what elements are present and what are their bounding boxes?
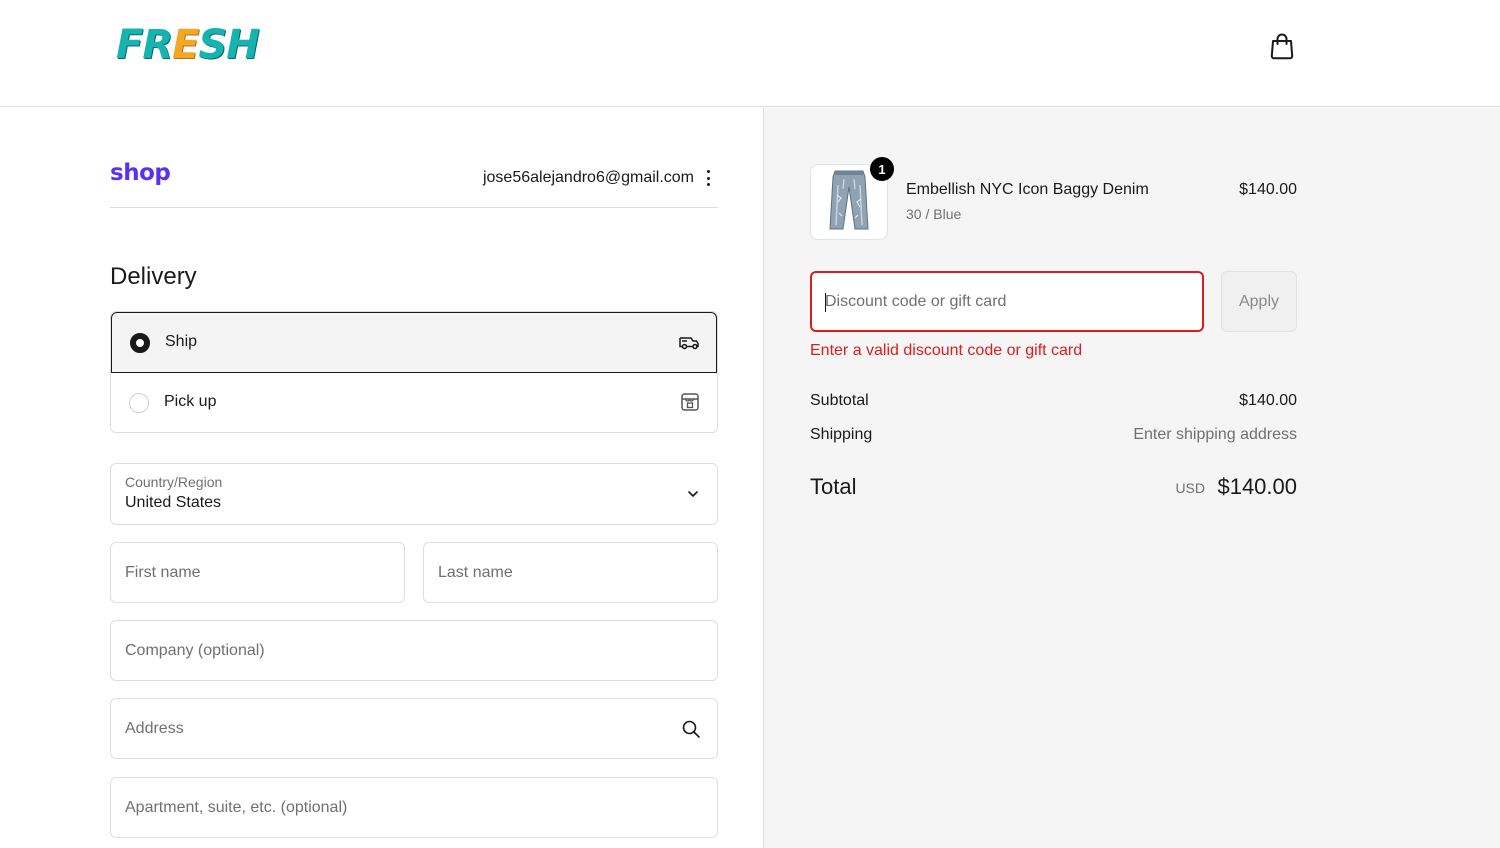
last-name-field[interactable]: Last name (423, 542, 718, 603)
logo-text-e: E (172, 22, 199, 68)
address-field[interactable]: Address (110, 698, 718, 759)
last-name-placeholder: Last name (438, 563, 513, 581)
ship-radio[interactable] (130, 333, 150, 353)
site-header: FRESH (0, 0, 1500, 107)
total-value: $140.00 (1217, 474, 1297, 499)
apartment-field[interactable]: Apartment, suite, etc. (optional) (110, 777, 718, 838)
kebab-menu-icon[interactable] (702, 168, 714, 188)
total-label: Total (810, 474, 857, 499)
logo-text-sh: SH (198, 22, 259, 68)
total-row: Total USD $140.00 (810, 474, 1297, 502)
store-icon (681, 393, 699, 411)
search-icon[interactable] (681, 719, 701, 739)
first-name-field[interactable]: First name (110, 542, 405, 603)
subtotal-value: $140.00 (1239, 392, 1297, 409)
apply-discount-button[interactable]: Apply (1221, 271, 1297, 332)
delivery-option-pickup[interactable]: Pick up (111, 373, 717, 432)
country-label: Country/Region (125, 474, 223, 490)
shipping-value: Enter shipping address (1133, 426, 1297, 443)
shipping-label: Shipping (810, 426, 873, 443)
subtotal-row: Subtotal $140.00 (810, 392, 1297, 412)
chevron-down-icon (688, 491, 698, 497)
text-caret (825, 293, 826, 312)
discount-error-message: Enter a valid discount code or gift card (810, 342, 1083, 359)
product-price: $140.00 (1239, 181, 1297, 198)
quantity-badge: 1 (870, 157, 894, 181)
pickup-radio[interactable] (129, 393, 149, 413)
account-email: jose56alejandro6@gmail.com (482, 169, 694, 186)
shipping-row: Shipping Enter shipping address (810, 426, 1297, 446)
pickup-label: Pick up (164, 393, 217, 410)
truck-icon (679, 337, 699, 350)
country-value: United States (125, 494, 222, 511)
fresh-logo[interactable]: FRESH (116, 22, 260, 68)
address-placeholder: Address (125, 719, 184, 737)
subtotal-label: Subtotal (810, 392, 869, 409)
product-name: Embellish NYC Icon Baggy Denim (906, 181, 1149, 198)
company-field[interactable]: Company (optional) (110, 620, 718, 681)
product-variant: 30 / Blue (906, 206, 962, 222)
company-placeholder: Company (optional) (125, 641, 265, 659)
account-row: shop jose56alejandro6@gmail.com (110, 160, 718, 208)
first-name-placeholder: First name (125, 563, 201, 581)
delivery-method-group: Ship Pick up (110, 311, 718, 433)
delivery-option-ship[interactable]: Ship (111, 312, 717, 373)
delivery-heading: Delivery (110, 263, 197, 290)
shop-pay-logo: shop (110, 160, 171, 186)
logo-text-fr: FR (116, 22, 173, 68)
discount-code-input[interactable]: Discount code or gift card (810, 271, 1204, 332)
discount-placeholder: Discount code or gift card (825, 293, 1007, 310)
ship-label: Ship (165, 333, 198, 350)
currency-code: USD (1175, 480, 1205, 496)
cart-button[interactable] (1266, 30, 1298, 62)
apartment-placeholder: Apartment, suite, etc. (optional) (125, 798, 348, 816)
shopping-bag-icon (1270, 33, 1294, 60)
country-select[interactable]: Country/Region United States (110, 463, 718, 525)
